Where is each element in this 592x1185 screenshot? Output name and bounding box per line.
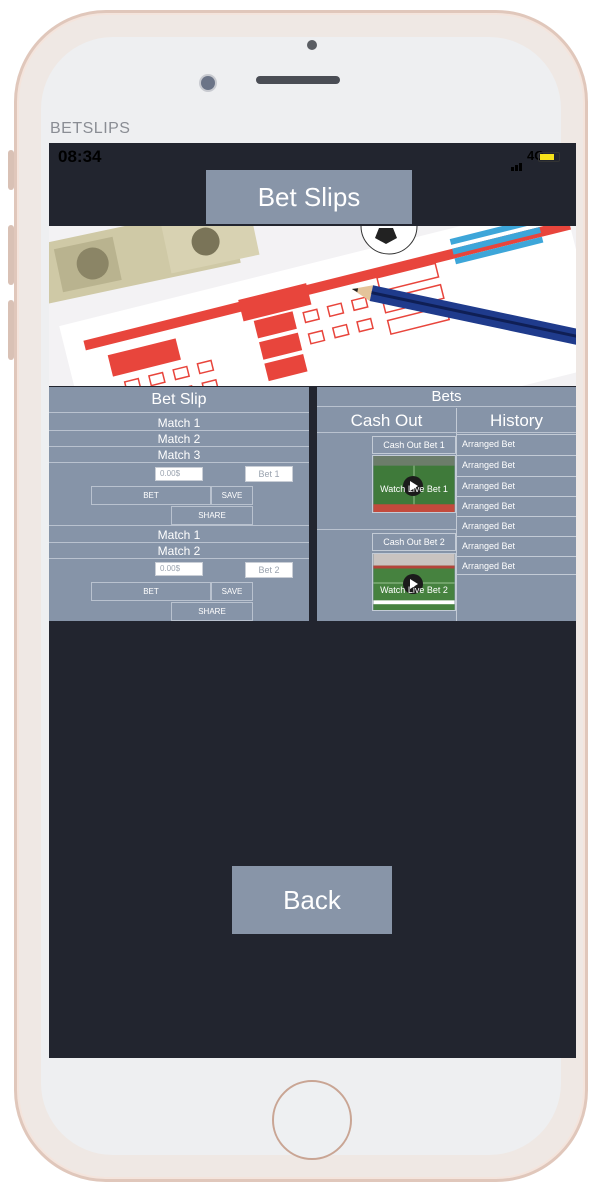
slip2-match-2[interactable]: Match 2 <box>49 544 309 559</box>
slip1-save-button[interactable]: SAVE <box>211 486 253 505</box>
slip1-match-3[interactable]: Match 3 <box>49 448 309 463</box>
mute-switch <box>8 150 14 190</box>
watch-live-bet-1-video[interactable]: Watch Live Bet 1 <box>372 455 456 513</box>
slip2-match-1[interactable]: Match 1 <box>49 528 309 543</box>
slip2-amount-input[interactable]: 0.00$ <box>155 562 203 576</box>
proximity-sensor <box>307 40 317 50</box>
history-item-4[interactable]: Arranged Bet <box>457 496 576 515</box>
slip1-match-2[interactable]: Match 2 <box>49 432 309 447</box>
earpiece-speaker <box>256 76 340 84</box>
slip2-save-button[interactable]: SAVE <box>211 582 253 601</box>
status-bar: 08:34 4G <box>49 143 576 171</box>
status-time: 08:34 <box>58 147 102 166</box>
slip2-bet-button[interactable]: BET <box>91 582 211 601</box>
history-item-5[interactable]: Arranged Bet <box>457 516 576 535</box>
bet-slip-title: Bet Slip <box>49 387 309 413</box>
battery-icon <box>538 152 560 162</box>
cash-out-bet-2-button[interactable]: Cash Out Bet 2 <box>372 533 456 551</box>
bets-title: Bets <box>317 387 576 407</box>
phone-screen: 08:34 4G Bet Slips Bet Slip Match 1 Matc… <box>49 143 576 1058</box>
slip1-match-1[interactable]: Match 1 <box>49 416 309 431</box>
slip1-amount-input[interactable]: 0.00$ <box>155 467 203 481</box>
history-item-1[interactable]: Arranged Bet <box>457 434 576 453</box>
slip2-bet-name-input[interactable]: Bet 2 <box>245 562 293 578</box>
bets-panel: Bets Cash Out History Cash Out Bet 1 Wat… <box>317 387 576 621</box>
volume-up-button <box>8 225 14 285</box>
slip1-bet-name-input[interactable]: Bet 1 <box>245 466 293 482</box>
slip1-bet-button[interactable]: BET <box>91 486 211 505</box>
front-camera <box>201 76 215 90</box>
watch-live-bet-2-video[interactable]: Watch Live Bet 2 <box>372 553 456 611</box>
cash-out-bet-1-button[interactable]: Cash Out Bet 1 <box>372 436 456 454</box>
back-button[interactable]: Back <box>232 866 392 934</box>
cash-out-header[interactable]: Cash Out <box>317 408 456 433</box>
history-header[interactable]: History <box>457 408 576 433</box>
volume-down-button <box>8 300 14 360</box>
cash-out-divider <box>317 529 456 530</box>
history-item-7[interactable]: Arranged Bet <box>457 556 576 575</box>
page-title-button[interactable]: Bet Slips <box>206 170 412 224</box>
slip1-share-button[interactable]: SHARE <box>171 506 253 525</box>
slip2-share-button[interactable]: SHARE <box>171 602 253 621</box>
bet-slip-panel: Bet Slip Match 1 Match 2 Match 3 0.00$ B… <box>49 387 309 621</box>
betting-slip-image <box>49 226 576 386</box>
slip-divider <box>49 525 309 526</box>
watch-live-bet-1-label: Watch Live Bet 1 <box>380 484 448 494</box>
watch-live-bet-2-label: Watch Live Bet 2 <box>380 585 448 595</box>
app-title-label: BETSLIPS <box>50 120 131 137</box>
home-button[interactable] <box>272 1080 352 1160</box>
signal-icon <box>511 153 523 171</box>
history-item-3[interactable]: Arranged Bet <box>457 476 576 495</box>
history-item-2[interactable]: Arranged Bet <box>457 455 576 474</box>
history-item-6[interactable]: Arranged Bet <box>457 536 576 555</box>
